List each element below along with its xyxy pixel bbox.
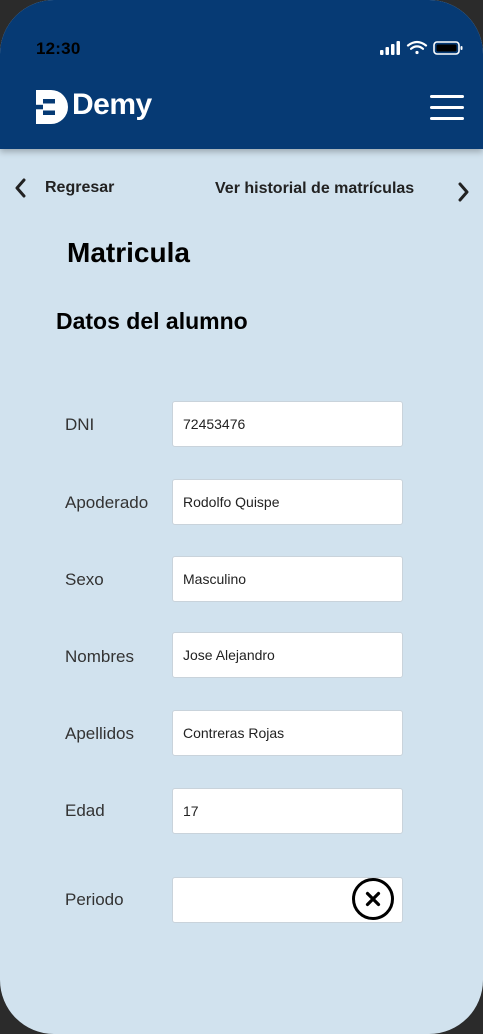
section-title: Datos del alumno: [56, 308, 248, 334]
dni-label: DNI: [65, 415, 95, 434]
forward-chevron-icon[interactable]: [456, 182, 470, 207]
dni-field[interactable]: [172, 401, 403, 447]
periodo-label: Periodo: [65, 890, 124, 909]
status-icons: [380, 40, 466, 56]
edad-label: Edad: [65, 801, 105, 820]
close-circle-icon[interactable]: [352, 878, 394, 920]
battery-icon: [433, 41, 463, 55]
page-title: Matricula: [67, 237, 190, 268]
sexo-field[interactable]: [172, 556, 403, 602]
phone-screen: 12:30 Demy Regresar Ver historial de mat…: [0, 0, 483, 1034]
apellidos-label: Apellidos: [65, 724, 134, 743]
app-header: 12:30 Demy: [0, 0, 483, 149]
wifi-icon: [406, 40, 428, 55]
apoderado-label: Apoderado: [65, 493, 149, 512]
history-link[interactable]: Ver historial de matrículas: [215, 180, 414, 198]
signal-icon: [380, 41, 400, 55]
sexo-label: Sexo: [65, 570, 104, 589]
demy-logo-icon[interactable]: [36, 90, 68, 126]
status-time: 12:30: [36, 39, 81, 58]
nombres-field[interactable]: [172, 632, 403, 678]
apellidos-field[interactable]: [172, 710, 403, 756]
brand-name: Demy: [72, 88, 152, 121]
nombres-label: Nombres: [65, 647, 134, 666]
back-chevron-icon[interactable]: [14, 178, 28, 200]
back-link[interactable]: Regresar: [45, 179, 114, 197]
edad-field[interactable]: [172, 788, 403, 834]
hamburger-menu-icon[interactable]: [430, 95, 466, 123]
apoderado-field[interactable]: [172, 479, 403, 525]
